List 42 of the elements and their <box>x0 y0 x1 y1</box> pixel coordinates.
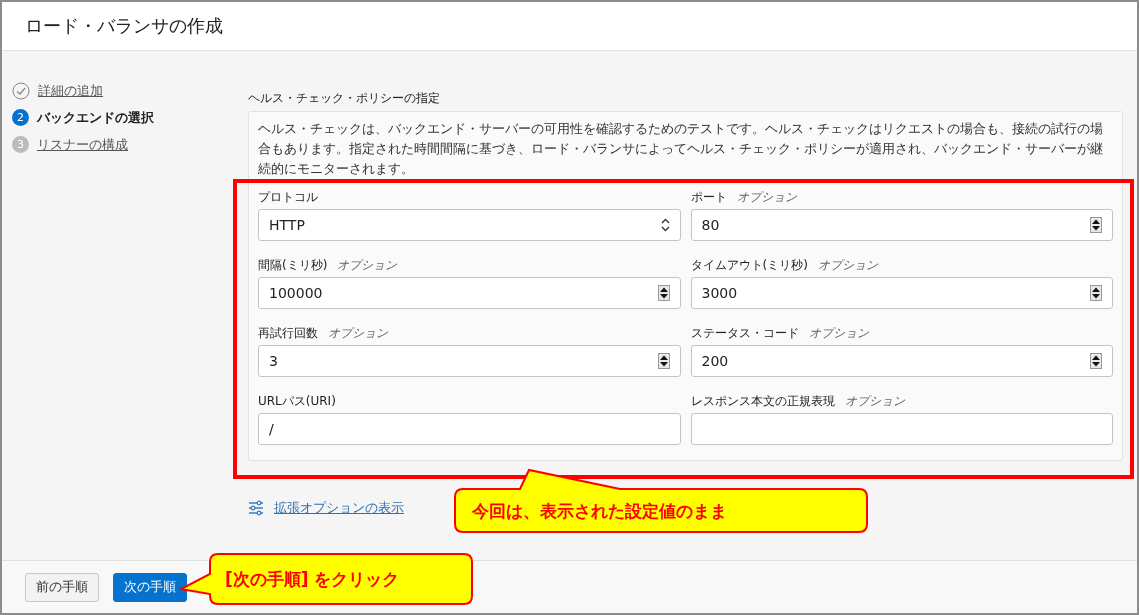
spinner-icon[interactable] <box>1090 217 1102 233</box>
field-label: ステータス・コード <box>690 325 799 342</box>
text-field[interactable] <box>690 413 1113 445</box>
field-label: プロトコル <box>258 189 318 206</box>
advanced-options-link[interactable]: 拡張オプションの表示 <box>274 499 404 517</box>
number-field[interactable]: 3 <box>258 345 681 377</box>
callout-text: 今回は、表示された設定値のまま <box>472 499 727 523</box>
optional-label: オプション <box>817 257 878 274</box>
callout-text: [次の手順] をクリック <box>225 567 400 591</box>
number-field[interactable]: 3000 <box>690 277 1113 309</box>
field-label: タイムアウト(ミリ秒) <box>690 257 808 274</box>
field-label: レスポンス本文の正規表現 <box>690 393 835 410</box>
back-button[interactable]: 前の手順 <box>25 572 99 602</box>
field-label: 間隔(ミリ秒) <box>258 257 328 274</box>
spinner-icon[interactable] <box>1090 353 1102 369</box>
step-link[interactable]: 詳細の追加 <box>38 81 103 100</box>
spinner-icon[interactable] <box>657 353 670 369</box>
section-heading: ヘルス・チェック・ポリシーの指定 <box>248 90 441 107</box>
optional-label: オプション <box>736 189 797 206</box>
optional-label: オプション <box>328 325 388 342</box>
spinner-icon[interactable] <box>657 285 670 301</box>
select-field[interactable]: HTTP <box>258 209 681 241</box>
step-label: バックエンドの選択 <box>37 108 154 127</box>
number-field[interactable]: 100000 <box>258 277 681 309</box>
sliders-icon <box>248 500 264 516</box>
field-label: 再試行回数 <box>258 325 318 342</box>
number-field[interactable]: 200 <box>690 345 1113 377</box>
optional-label: オプション <box>844 393 905 410</box>
step-number: 3 <box>12 136 29 153</box>
page-title: ロード・バランサの作成 <box>25 14 223 38</box>
step-number: 2 <box>12 109 29 126</box>
optional-label: オプション <box>337 257 398 274</box>
field-label: URLパス(URI) <box>258 393 336 410</box>
next-button[interactable]: 次の手順 <box>113 572 187 602</box>
spinner-icon[interactable] <box>1090 285 1102 301</box>
optional-label: オプション <box>808 325 869 342</box>
step-link[interactable]: リスナーの構成 <box>37 135 128 154</box>
number-field[interactable]: 80 <box>690 209 1113 241</box>
field-label: ポート <box>690 189 727 206</box>
chevron-up-down-icon <box>660 218 670 232</box>
text-field[interactable]: / <box>258 413 681 445</box>
description-text: ヘルス・チェックは、バックエンド・サーバーの可用性を確認するためのテストです。ヘルス・チェックはリクエストの場合も、接続の試行の場合もあります。指定された時間間隔に基づき、ロード・バランサによってヘルス・チェック・ポリシーが適用され、バックエンド・サーバーが継続的にモニターされます。 <box>258 120 1104 178</box>
